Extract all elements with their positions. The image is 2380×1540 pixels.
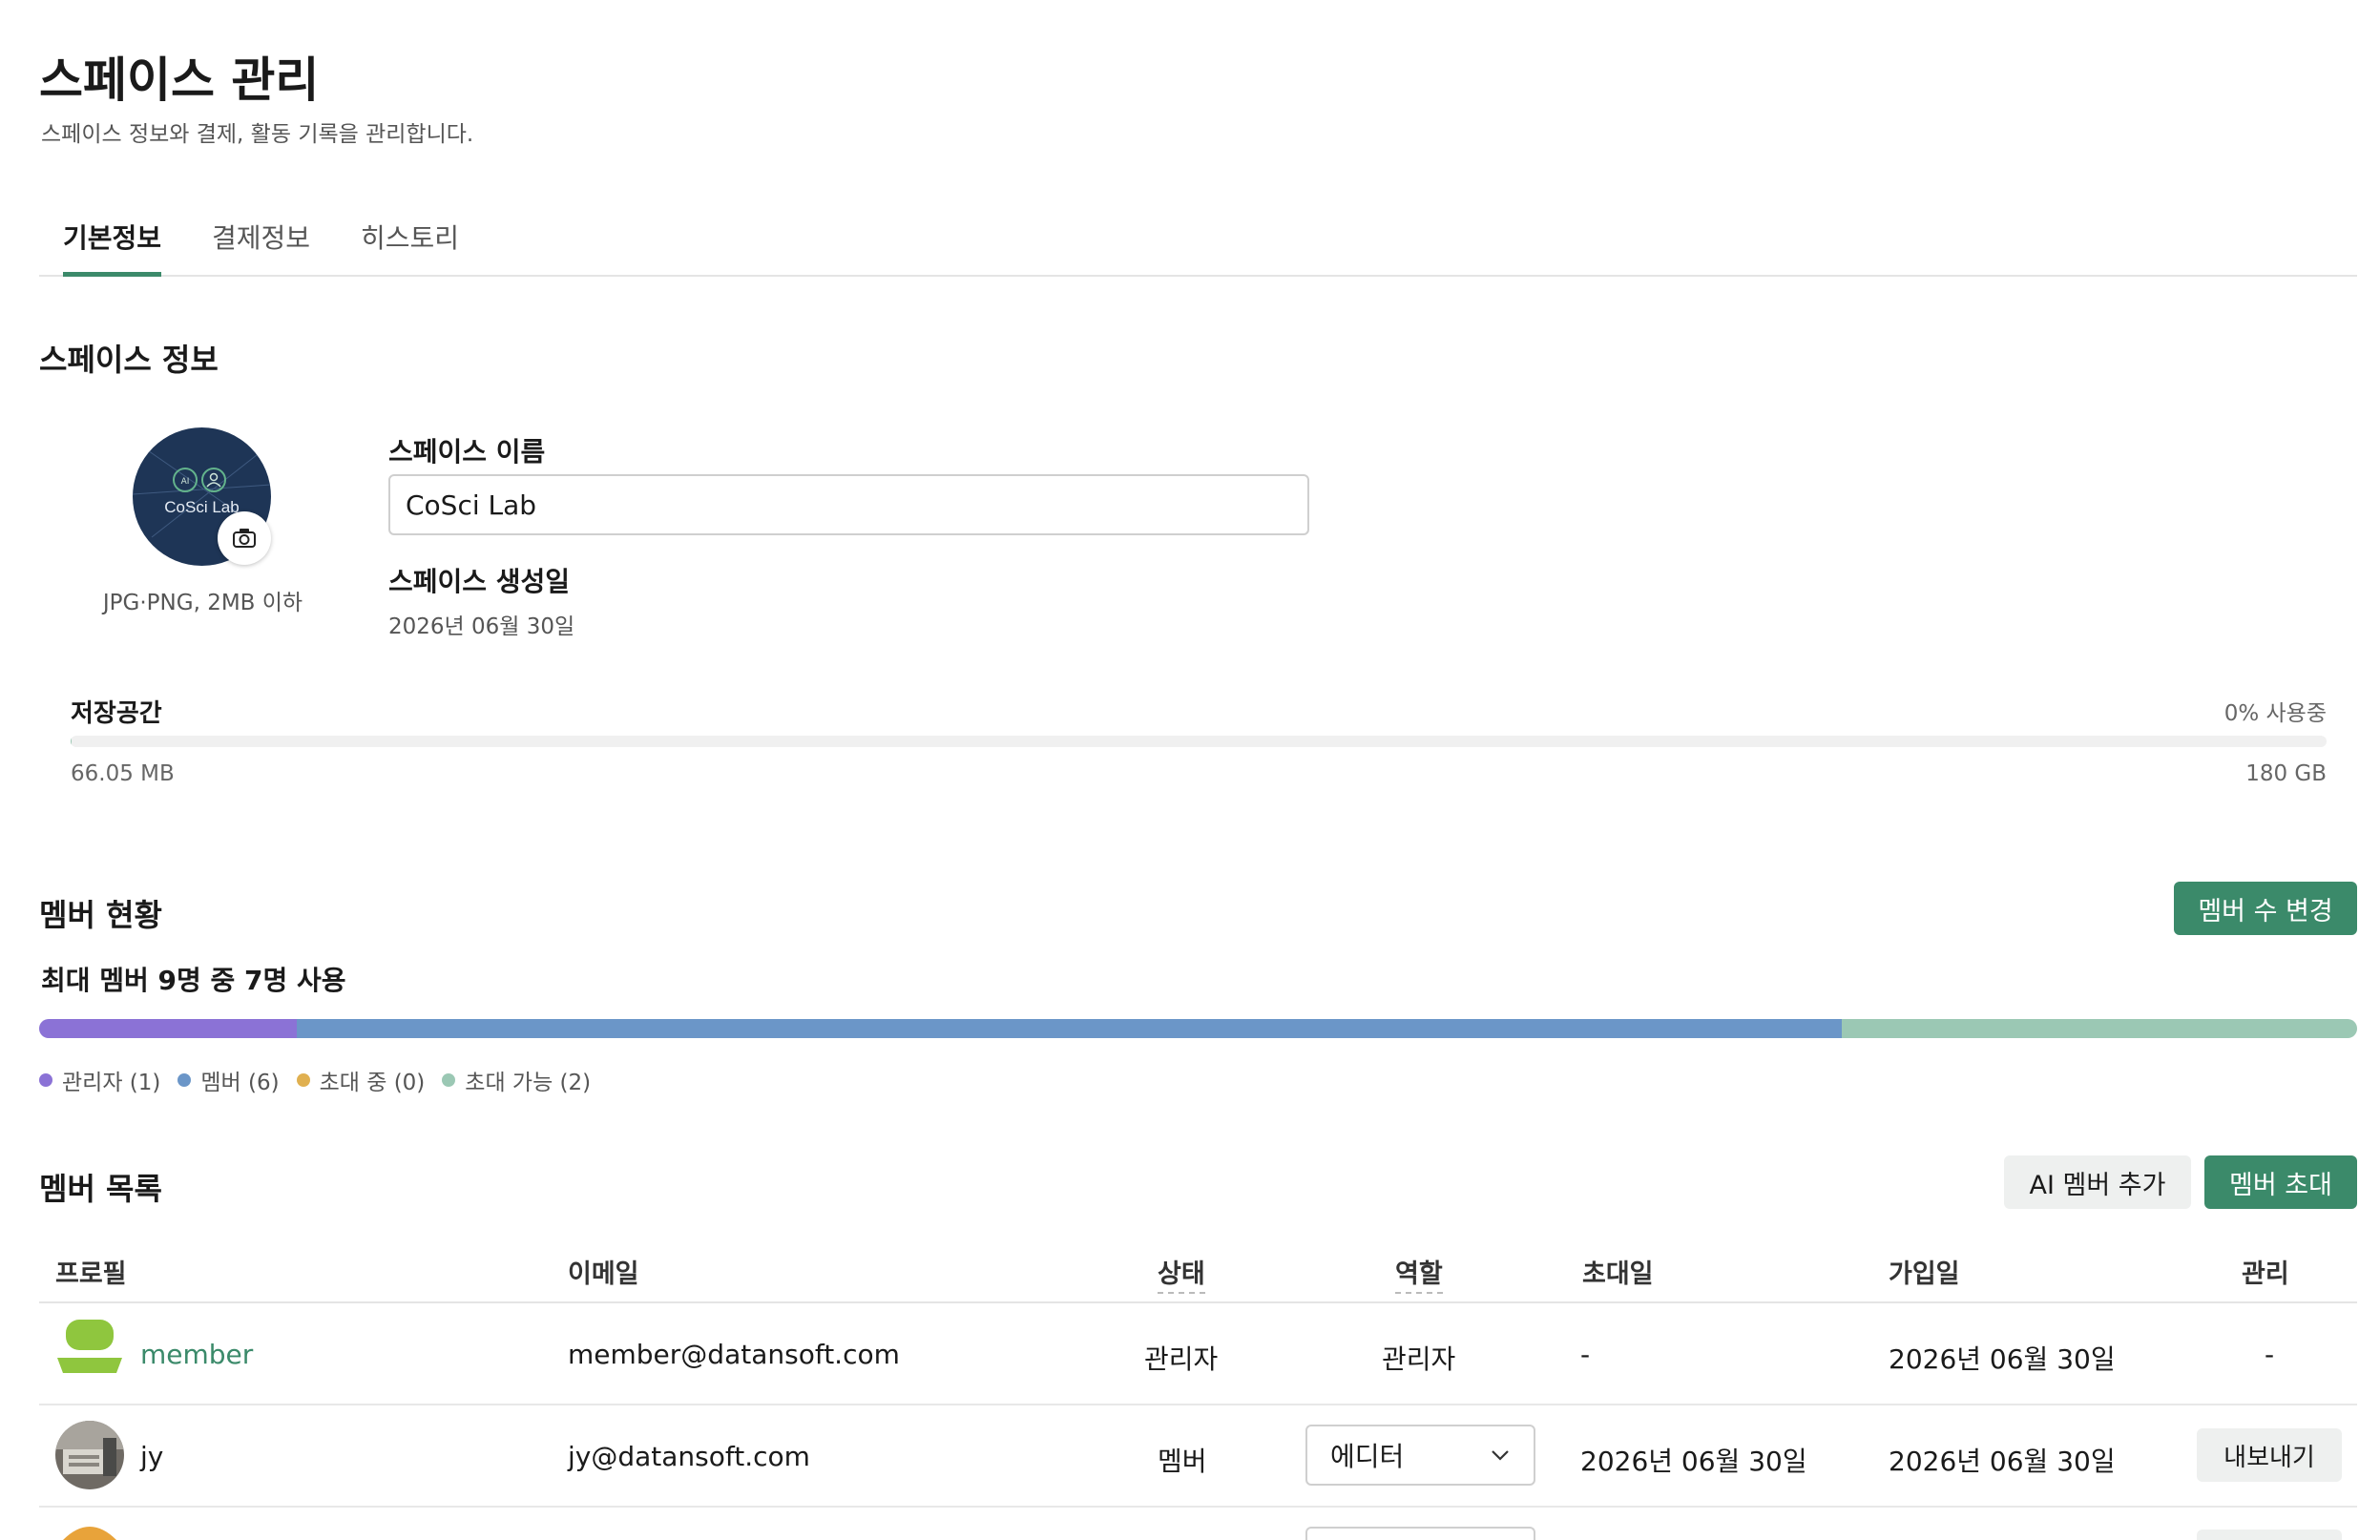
member-list-title: 멤버 목록	[39, 1171, 162, 1207]
row-divider	[39, 1404, 2357, 1405]
tab-bar: 기본정보 결제정보 히스토리	[39, 212, 2357, 277]
export-member-button[interactable]	[2197, 1530, 2342, 1540]
space-avatar[interactable]: AI CoSci Lab	[133, 427, 271, 566]
tab-history[interactable]: 히스토리	[361, 218, 459, 277]
svg-text:AI: AI	[181, 477, 190, 487]
column-header-manage: 관리	[2242, 1259, 2289, 1289]
user-avatar-icon	[57, 1320, 122, 1373]
camera-button[interactable]	[218, 511, 271, 565]
member-invited-date: 2026년 06월 30일	[1580, 1446, 1807, 1477]
legend-dot	[177, 1073, 192, 1087]
legend-label: 관리자 (1)	[62, 1071, 161, 1095]
legend-label: 초대 중 (0)	[319, 1071, 426, 1095]
member-role: 관리자	[1382, 1343, 1456, 1375]
export-member-button[interactable]: 내보내기	[2197, 1428, 2342, 1482]
tab-billing-info[interactable]: 결제정보	[212, 218, 310, 277]
add-ai-member-button[interactable]: AI 멤버 추가	[2004, 1155, 2191, 1209]
column-header-role[interactable]: 역할	[1395, 1253, 1443, 1294]
member-bar-segment	[296, 1019, 1843, 1038]
storage-progress-bar	[71, 736, 2327, 747]
legend-dot	[39, 1073, 52, 1087]
legend-admin: 관리자 (1)	[39, 1064, 160, 1096]
member-usage-bar	[39, 1019, 2357, 1038]
column-header-joined: 가입일	[1889, 1259, 1960, 1289]
member-email: member@datansoft.com	[568, 1339, 900, 1370]
member-summary: 최대 멤버 9명 중 7명 사용	[41, 965, 346, 996]
column-header-profile: 프로필	[55, 1259, 127, 1289]
change-member-count-button[interactable]: 멤버 수 변경	[2174, 882, 2357, 935]
storage-progress-fill	[71, 736, 72, 747]
role-select-value: 에디터	[1330, 1441, 1405, 1472]
member-name[interactable]: member	[140, 1339, 253, 1370]
column-header-invited: 초대일	[1582, 1259, 1654, 1289]
table-header-divider	[39, 1301, 2357, 1303]
member-invited-date: -	[1580, 1339, 1591, 1370]
legend-dot	[442, 1073, 456, 1087]
user-avatar-photo	[55, 1421, 124, 1489]
user-icon	[201, 468, 226, 492]
member-email: jy@datansoft.com	[568, 1441, 810, 1472]
space-name-label: 스페이스 이름	[388, 436, 546, 468]
chevron-down-icon	[1492, 1450, 1509, 1461]
member-joined-date: 2026년 06월 30일	[1889, 1446, 2116, 1477]
created-date-value: 2026년 06월 30일	[388, 614, 575, 639]
member-manage: -	[2265, 1339, 2275, 1370]
legend-label: 멤버 (6)	[200, 1071, 280, 1095]
storage-used: 66.05 MB	[71, 761, 175, 786]
member-status-title: 멤버 현황	[39, 897, 162, 933]
role-select[interactable]: 에디터	[1305, 1425, 1535, 1486]
member-bar-segment	[1842, 1019, 2357, 1038]
user-avatar-icon	[63, 1527, 116, 1540]
camera-icon	[233, 529, 256, 548]
member-name[interactable]: jy	[140, 1441, 163, 1472]
storage-usage-text: 0% 사용중	[2223, 701, 2327, 726]
role-select[interactable]	[1305, 1527, 1535, 1540]
column-header-email: 이메일	[568, 1259, 639, 1289]
legend-dot	[296, 1073, 310, 1087]
row-divider	[39, 1506, 2357, 1508]
space-info-title: 스페이스 정보	[39, 342, 219, 378]
legend-label: 초대 가능 (2)	[465, 1071, 592, 1095]
storage-label: 저장공간	[71, 699, 162, 728]
created-date-label: 스페이스 생성일	[388, 566, 571, 597]
member-status: 관리자	[1144, 1343, 1219, 1375]
page-subtitle: 스페이스 정보와 결제, 활동 기록을 관리합니다.	[41, 122, 474, 147]
ai-icon: AI	[173, 468, 198, 492]
legend-member: 멤버 (6)	[177, 1064, 280, 1096]
page-title: 스페이스 관리	[39, 52, 320, 108]
space-name-input[interactable]	[388, 474, 1309, 535]
invite-member-button[interactable]: 멤버 초대	[2204, 1155, 2357, 1209]
tab-basic-info[interactable]: 기본정보	[63, 218, 162, 277]
member-bar-segment	[39, 1019, 297, 1038]
upload-hint: JPG·PNG, 2MB 이하	[102, 591, 303, 615]
legend-inviting: 초대 중 (0)	[296, 1064, 426, 1096]
storage-total: 180 GB	[2245, 761, 2327, 786]
column-header-status[interactable]: 상태	[1158, 1253, 1205, 1294]
member-status: 멤버	[1158, 1446, 1207, 1477]
member-legend: 관리자 (1) 멤버 (6) 초대 중 (0) 초대 가능 (2)	[39, 1064, 591, 1096]
member-joined-date: 2026년 06월 30일	[1889, 1343, 2116, 1375]
legend-available: 초대 가능 (2)	[442, 1064, 591, 1096]
